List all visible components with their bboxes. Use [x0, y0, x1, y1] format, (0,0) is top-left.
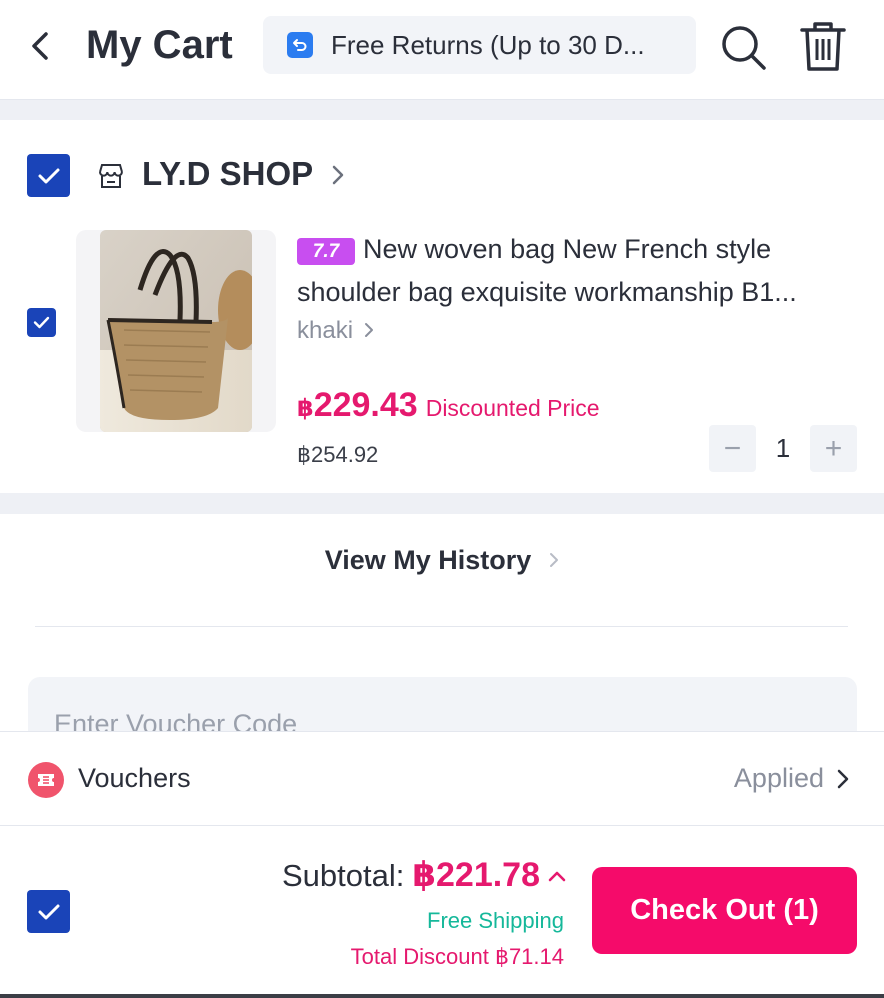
subtotal-value: ฿221.78	[412, 856, 540, 894]
back-button[interactable]	[24, 26, 56, 66]
trash-icon	[800, 22, 846, 71]
checkmark-icon	[38, 168, 59, 183]
total-discount-label: Total Discount ฿71.14	[350, 944, 564, 969]
checkmark-icon	[38, 904, 59, 919]
promo-badge: 7.7	[297, 238, 355, 265]
shop-card: LY.D SHOP New woven bag New French style…	[0, 120, 884, 493]
price-currency: ฿	[297, 395, 314, 422]
shop-name[interactable]: LY.D SHOP	[142, 154, 313, 194]
header-bar: My Cart Free Returns (Up to 30 D...	[0, 0, 884, 100]
variant-selector[interactable]: khaki	[297, 316, 374, 346]
free-shipping-label: Free Shipping	[427, 908, 564, 933]
checkout-footer: Subtotal: ฿221.78 Free Shipping Total Dis…	[0, 826, 884, 998]
select-all-checkbox[interactable]	[27, 890, 70, 933]
product-photo	[100, 230, 252, 432]
return-arrow-icon	[287, 32, 313, 58]
search-button[interactable]	[718, 22, 768, 72]
divider	[35, 626, 848, 627]
delete-button[interactable]	[798, 20, 848, 74]
vouchers-label: Vouchers	[78, 763, 191, 793]
checkout-button[interactable]: Check Out (1)	[592, 867, 857, 954]
product-title-line1: New woven bag New French style	[363, 234, 772, 264]
free-returns-banner[interactable]: Free Returns (Up to 30 D...	[263, 16, 696, 74]
quantity-decrease-button[interactable]: −	[709, 425, 756, 472]
store-icon	[99, 164, 123, 188]
back-arrow-icon	[32, 32, 48, 60]
view-history-label: View My History	[324, 545, 532, 575]
discounted-price: ฿229.43 Discounted Price	[297, 384, 600, 433]
product-image[interactable]	[76, 230, 276, 432]
quantity-value[interactable]: 1	[756, 425, 810, 472]
search-icon	[722, 26, 766, 70]
bottom-divider	[0, 994, 884, 998]
vouchers-row[interactable]: Vouchers Applied	[0, 731, 884, 826]
voucher-ticket-icon	[28, 762, 64, 798]
price-value: 229.43	[313, 386, 418, 424]
vouchers-status: Applied	[733, 763, 824, 793]
shop-select-checkbox[interactable]	[27, 154, 70, 197]
view-history-link[interactable]: View My History	[0, 540, 884, 580]
original-price: ฿254.92	[297, 442, 379, 467]
chevron-right-icon	[550, 553, 559, 567]
item-select-checkbox[interactable]	[27, 308, 56, 337]
product-title-line2: shoulder bag exquisite workmanship B1...	[297, 277, 797, 307]
product-title[interactable]: New woven bag New French style shoulder …	[297, 228, 857, 314]
chevron-right-icon	[364, 323, 373, 337]
price-label: Discounted Price	[425, 395, 600, 421]
chevron-up-icon[interactable]	[548, 855, 566, 897]
checkmark-icon	[33, 316, 50, 329]
chevron-right-icon[interactable]	[330, 164, 346, 186]
subtotal[interactable]: Subtotal: ฿221.78	[282, 854, 566, 903]
variant-label: khaki	[297, 317, 354, 344]
history-section: View My History	[0, 514, 884, 747]
quantity-increase-button[interactable]: +	[810, 425, 857, 472]
chevron-right-icon	[837, 769, 849, 789]
free-returns-text: Free Returns (Up to 30 D...	[331, 29, 645, 60]
page-title: My Cart	[86, 23, 233, 67]
subtotal-label: Subtotal:	[281, 858, 405, 893]
